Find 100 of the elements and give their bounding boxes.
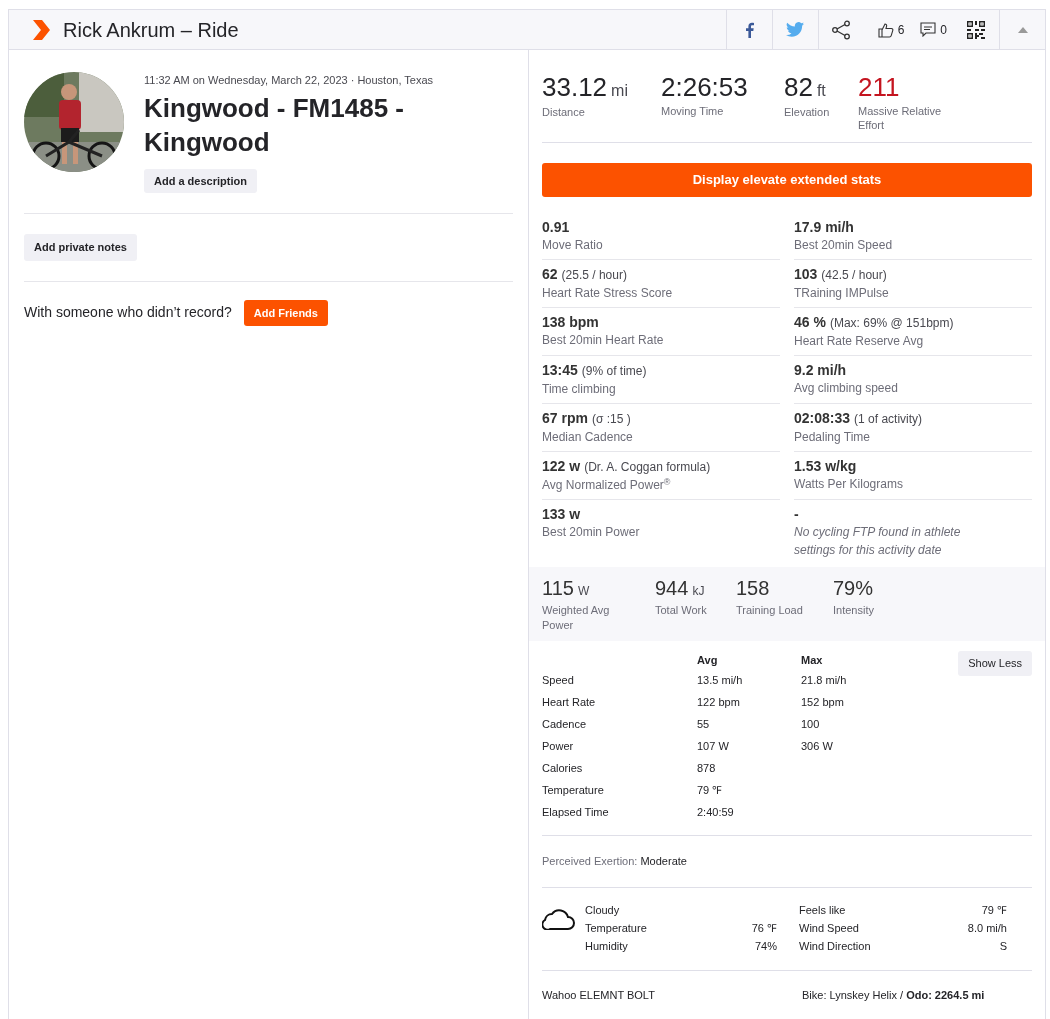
row-label: Heart Rate [542,695,596,708]
add-description-button[interactable]: Add a description [144,168,257,193]
stat-note: (Dr. A. Coggan formula) [584,459,711,476]
stat-label: Massive Relative Effort [858,104,943,132]
weather-condition: Cloudy [585,902,621,918]
show-less-button[interactable]: Show Less [958,651,1032,676]
logo-icon [31,18,51,41]
stat-label: Heart Rate Reserve Avg [794,333,925,350]
facebook-icon [744,21,754,38]
stat-value: 79% [833,576,874,601]
stat-value: 138 bpm [542,313,599,331]
stat-value: 82 [784,72,813,102]
stat-value: 17.9 mi/h [794,218,854,236]
activity-meta: 11:32 AM on Wednesday, March 22, 2023 · Houston, Texas [144,73,435,88]
stat-value: 115 [542,576,574,601]
row-label: Power [542,739,574,752]
avg-value: 55 [697,717,710,730]
kudos-button[interactable]: 6 [871,10,911,49]
max-value: 21.8 mi/h [801,673,847,686]
stat-label: Move Ratio [542,237,604,254]
avg-value: 122 bpm [697,695,740,708]
weather-label: Temperature [585,920,647,936]
stat-label: Moving Time [661,104,725,118]
column-header: Max [801,652,824,668]
stat-unit: kJ [692,583,705,600]
avg-value: 2:40:59 [697,805,734,818]
weather-value: 76 ℉ [751,920,777,936]
stat-label: Watts Per Kilograms [794,476,904,493]
avg-value: 878 [697,761,716,774]
row-label: Elapsed Time [542,805,609,818]
comments-button[interactable]: 0 [914,10,953,49]
row-label: Temperature [542,783,604,796]
exertion-value: Moderate [640,855,687,867]
stat-value: 0.91 [542,218,570,236]
stat-value: 133 w [542,505,581,523]
stat-value: 1.53 w/kg [794,457,857,475]
stat-label: Intensity [833,603,875,618]
avg-value: 13.5 mi/h [697,673,743,686]
stat-label: Time climbing [542,381,617,398]
stat-unit: W [577,583,590,600]
stat-note: (Max: 69% @ 151bpm) [829,315,954,332]
stat-value: 158 [736,576,770,601]
weather-label: Humidity [585,938,628,954]
stat-value: 67 rpm [542,409,588,427]
ftp-warning: No cycling FTP found in athlete settings for this activity date [794,524,962,559]
comment-icon [920,22,937,37]
stat-label: Best 20min Heart Rate [542,332,665,349]
thumbs-up-icon [877,21,894,38]
max-value: 152 bpm [801,695,844,708]
weather-label: Wind Speed [799,920,859,936]
exertion-label: Perceived Exertion: [542,855,638,867]
column-header: Avg [697,651,801,669]
stat-label: Weighted Avg Power [542,603,611,633]
stat-note: (σ :15 ) [591,411,631,428]
friends-prompt: With someone who didn’t record? [24,303,232,323]
stat-label: Median Cadence [542,429,634,446]
qr-code-icon [967,20,985,39]
stat-label: Training Load [736,603,804,618]
stat-value: 02:08:33 [794,409,851,427]
stat-value: 2:26:53 [661,72,748,102]
stat-note: (1 of activity) [854,411,923,428]
stat-note: (9% of time) [581,363,647,380]
max-value: 100 [801,717,820,730]
device-name: Wahoo ELEMNT BOLT [542,987,656,1003]
weather-value: 79 ℉ [981,902,1007,918]
stat-value: 103 [794,265,818,283]
weather-label: Wind Direction [799,938,871,954]
stat-unit: mi [611,81,628,101]
weather-value: S [999,938,1007,954]
stat-value: 13:45 [542,361,578,379]
stat-label: Best 20min Power [542,524,641,541]
cloud-icon [542,907,575,930]
add-private-notes-button[interactable]: Add private notes [24,234,137,261]
stat-unit: ft [816,81,826,101]
stat-note: (25.5 / hour) [561,267,627,284]
stat-label: Total Work [655,603,708,618]
stat-label: Pedaling Time [794,429,872,446]
activity-title: Kingwood - FM1485 - Kingwood [144,91,405,159]
caret-up-icon [1017,26,1028,33]
bird-icon [786,22,805,37]
stat-value: 33.12 [542,72,608,102]
weather-value: 74% [754,938,777,954]
weather-label: Feels like [799,902,846,918]
stat-label: Distance [542,105,586,119]
stat-label: Avg Normalized Power$^{®}$ [542,476,672,494]
bike-info: Bike: Lynskey Helix / Odo: 2264.5 mi [802,987,985,1003]
stat-value: 9.2 mi/h [794,361,847,379]
row-label: Calories [542,761,583,774]
stat-label: Best 20min Speed [794,237,894,254]
stat-value: 122 w [542,457,581,475]
stat-label: Heart Rate Stress Score [542,285,674,302]
max-value: 306 W [801,739,833,752]
row-label: Cadence [542,717,587,730]
avg-value: 107 W [697,739,729,752]
stat-value: 62 [542,265,558,283]
avg-value: 79 ℉ [697,783,723,796]
stat-label: Avg climbing speed [794,380,899,397]
page-title: Rick Ankrum – Ride [63,17,239,43]
share-icon [831,19,852,40]
stat-value: - [794,505,799,523]
